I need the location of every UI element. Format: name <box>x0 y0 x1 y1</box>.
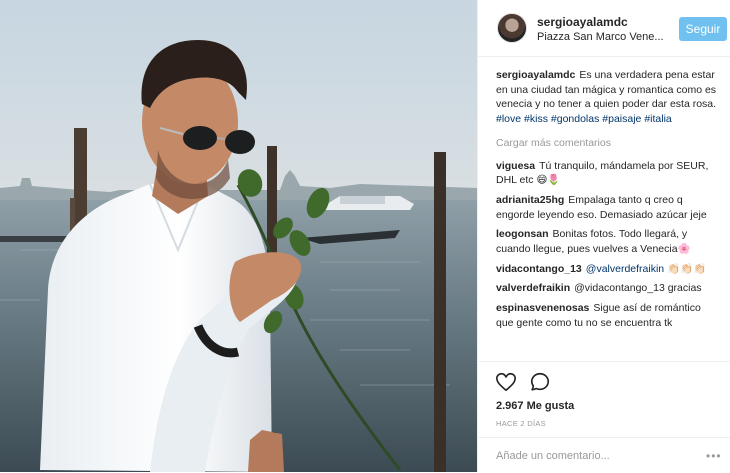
post-side-panel: sergioayalamdc Piazza San Marco Vene... … <box>477 0 730 472</box>
follow-button[interactable]: Seguir <box>679 17 727 41</box>
comment-username[interactable]: vidacontango_13 <box>496 263 582 275</box>
comment-username[interactable]: espinasvenenosas <box>496 302 589 314</box>
post-actions: 2.967 Me gusta HACE 2 DÍAS ••• <box>478 361 730 472</box>
comment-username[interactable]: adrianita25hg <box>496 194 564 206</box>
hashtag-link[interactable]: #paisaje <box>602 113 641 125</box>
avatar[interactable] <box>497 13 527 43</box>
hashtag-link[interactable]: #gondolas <box>551 113 599 125</box>
comment-text: @vidacontango_13 gracias <box>574 282 702 295</box>
comment-item: adrianita25hg Empalaga tanto q creo q eng… <box>496 193 720 222</box>
comments-list[interactable]: sergioayalamdc Es una verdadera pena esta… <box>496 68 720 360</box>
comment-item: valverdefraikin @vidacontango_13 gracias <box>496 281 720 296</box>
header-location[interactable]: Piazza San Marco Vene... <box>537 31 664 43</box>
post-timestamp[interactable]: HACE 2 DÍAS <box>496 419 546 428</box>
comment-username[interactable]: viguesa <box>496 160 535 172</box>
hashtag-link[interactable]: #italia <box>644 113 671 125</box>
caption-hashtags: #love #kiss #gondolas #paisaje #italia <box>496 112 720 127</box>
comment-username[interactable]: valverdefraikin <box>496 282 570 294</box>
heart-icon[interactable] <box>495 371 517 393</box>
add-comment-input[interactable] <box>496 448 686 464</box>
comment-username[interactable]: leogonsan <box>496 228 549 240</box>
like-count[interactable]: 2.967 Me gusta <box>496 400 574 412</box>
comment-item: espinasvenenosas Sigue así de romántico q… <box>496 301 720 330</box>
instagram-post: sergioayalamdc Piazza San Marco Vene... … <box>0 0 730 472</box>
hashtag-link[interactable]: #kiss <box>524 113 548 125</box>
hashtag-link[interactable]: #love <box>496 113 521 125</box>
comment-item: vidacontango_13 @valverdefraikin 👏🏻👏🏻👏🏻 <box>496 262 720 277</box>
add-comment-section: ••• <box>478 437 730 473</box>
comment-item: leogonsan Bonitas fotos. Todo llegará, y … <box>496 227 720 256</box>
caption: sergioayalamdc Es una verdadera pena esta… <box>496 68 720 127</box>
comment-text: @valverdefraikin 👏🏻👏🏻👏🏻 <box>585 262 707 275</box>
post-header: sergioayalamdc Piazza San Marco Vene... … <box>478 0 730 57</box>
caption-username[interactable]: sergioayalamdc <box>496 69 575 81</box>
load-more-comments[interactable]: Cargar más comentarios <box>496 136 720 151</box>
header-username[interactable]: sergioayalamdc <box>537 15 628 29</box>
comment-icon[interactable] <box>529 371 551 393</box>
more-options-icon[interactable]: ••• <box>706 449 722 463</box>
post-photo[interactable] <box>0 0 477 472</box>
photo-venice-man-rose <box>0 0 477 472</box>
comment-item: viguesa Tú tranquilo, mándamela por SEUR,… <box>496 159 720 188</box>
